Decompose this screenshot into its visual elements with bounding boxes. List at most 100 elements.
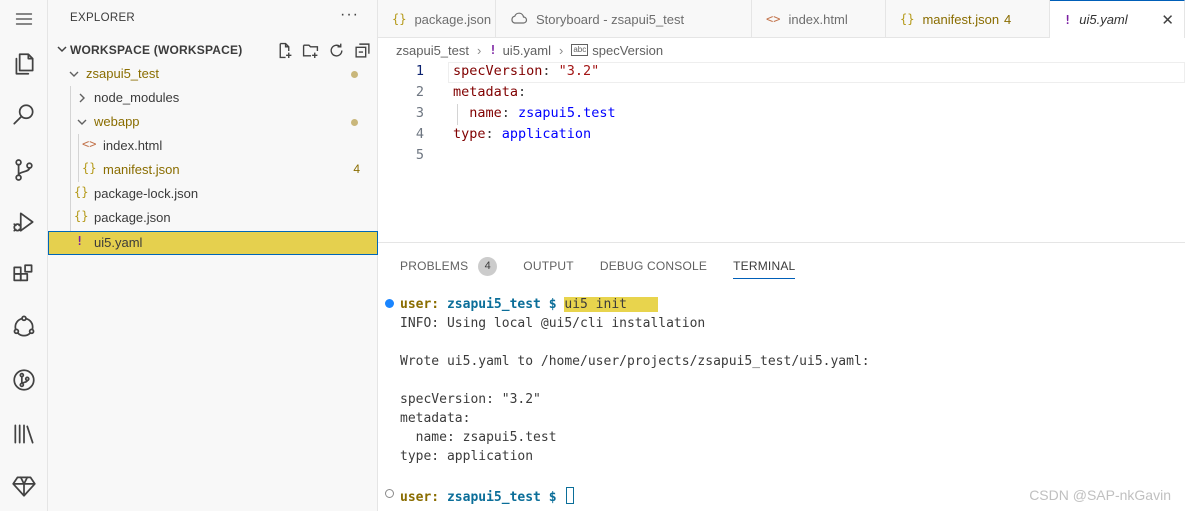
chevron-right-icon: › (559, 42, 564, 58)
close-icon[interactable]: ✕ (1161, 11, 1174, 29)
refresh-icon[interactable] (326, 40, 346, 60)
sidebar-title: EXPLORER (70, 12, 136, 24)
tree-item-label: manifest.json (103, 162, 180, 177)
string-symbol-icon: abc (571, 44, 589, 56)
explorer-icon[interactable] (0, 44, 48, 84)
terminal-output-line: metadata: (400, 411, 471, 426)
code-line: name: zsapui5.test (469, 105, 616, 121)
diamond-icon[interactable] (0, 466, 48, 506)
extensions-icon[interactable] (0, 255, 48, 295)
run-debug-icon[interactable] (0, 202, 48, 242)
tab-label: Storyboard - zsapui5_test (536, 11, 685, 27)
tree-item-label: zsapui5_test (86, 66, 159, 81)
tab-problems[interactable]: PROBLEMS 4 (400, 253, 498, 279)
tree-item-ui5-yaml[interactable]: ! ui5.yaml (48, 231, 378, 255)
tree-item-label: package-lock.json (94, 186, 199, 201)
tree-item-label: node_modules (94, 90, 180, 105)
tab-output[interactable]: OUTPUT (523, 253, 574, 279)
yaml-file-icon: ! (489, 43, 497, 57)
problem-count: 4 (353, 162, 360, 176)
tree-item-label: webapp (94, 114, 140, 129)
chevron-down-icon (68, 68, 80, 80)
tab-label: index.html (788, 11, 848, 27)
cloud-icon (510, 12, 528, 27)
command-pending-dot[interactable] (385, 489, 394, 498)
watermark: CSDN @SAP-nkGavin (1029, 487, 1171, 503)
remote-icon[interactable] (0, 307, 48, 347)
tree-item-package-lock-json[interactable]: {} package-lock.json (48, 182, 378, 206)
panel-tabs: PROBLEMS 4 OUTPUT DEBUG CONSOLE TERMINAL (400, 253, 796, 279)
tree-item-label: ui5.yaml (94, 235, 143, 250)
tab-debug-console[interactable]: DEBUG CONSOLE (600, 253, 707, 279)
chevron-down-icon (56, 43, 68, 55)
activity-bar (0, 0, 48, 511)
terminal-output-line: INFO: Using local @ui5/cli installation (400, 316, 706, 331)
modified-dot (351, 71, 358, 78)
editor-tabs: {} package.json Storyboard - zsapui5_tes… (378, 0, 1185, 38)
terminal-prompt-line: user: zsapui5_test $ (400, 487, 575, 505)
code-line: metadata: (453, 84, 527, 100)
tree-item-index-html[interactable]: <> index.html (48, 134, 378, 158)
html-file-icon: <> (82, 137, 97, 151)
new-folder-icon[interactable] (300, 40, 320, 60)
line-number: 5 (415, 147, 424, 163)
workspace-header[interactable]: WORKSPACE (WORKSPACE) (48, 38, 378, 62)
tree-item-node-modules[interactable]: node_modules (48, 86, 378, 110)
terminal-cursor (566, 487, 575, 504)
new-file-icon[interactable] (274, 40, 294, 60)
explorer-sidebar: EXPLORER ··· WORKSPACE (WORKSPACE) zsapu… (48, 0, 378, 511)
json-file-icon: {} (82, 161, 97, 175)
yaml-file-icon: ! (76, 234, 84, 248)
json-file-icon: {} (900, 12, 915, 26)
breadcrumb-symbol[interactable]: specVersion (592, 43, 663, 58)
tab-label: manifest.json (922, 11, 1000, 27)
source-control-icon[interactable] (0, 150, 48, 190)
breadcrumb-folder[interactable]: zsapui5_test (396, 43, 469, 58)
html-file-icon: <> (766, 12, 781, 26)
more-actions-icon[interactable]: ··· (340, 6, 359, 24)
json-file-icon: {} (74, 209, 89, 223)
breadcrumb-file[interactable]: ui5.yaml (503, 43, 551, 58)
menu-icon[interactable] (0, 0, 48, 38)
yaml-file-icon: ! (1064, 12, 1072, 27)
tree-item-webapp[interactable]: webapp (48, 110, 378, 134)
tab-ui5-yaml[interactable]: ! ui5.yaml ✕ (1050, 0, 1185, 38)
tab-manifest-json[interactable]: {} manifest.json 4 (886, 0, 1050, 38)
search-icon[interactable] (0, 95, 48, 135)
tab-label: ui5.yaml (1079, 12, 1128, 27)
breadcrumb: zsapui5_test › ! ui5.yaml › abc specVers… (378, 38, 1185, 62)
terminal-prompt-line: user: zsapui5_test $ ui5 init (400, 297, 659, 312)
tab-label: package.json (414, 11, 492, 27)
tab-index-html[interactable]: <> index.html (752, 0, 886, 38)
terminal-command: ui5 init (564, 297, 659, 312)
terminal-output-line: Wrote ui5.yaml to /home/user/projects/zs… (400, 354, 870, 369)
tab-storyboard[interactable]: Storyboard - zsapui5_test (496, 0, 752, 38)
line-number: 3 (415, 105, 424, 121)
library-icon[interactable] (0, 414, 48, 454)
chevron-right-icon: › (477, 42, 482, 58)
terminal-output-line: name: zsapui5.test (400, 430, 557, 445)
bottom-panel: PROBLEMS 4 OUTPUT DEBUG CONSOLE TERMINAL… (378, 242, 1185, 511)
tree-item-label: index.html (103, 138, 163, 153)
tree-item-package-json[interactable]: {} package.json (48, 206, 378, 230)
chevron-right-icon (76, 92, 88, 104)
tab-package-json[interactable]: {} package.json (378, 0, 496, 38)
chevron-down-icon (76, 116, 88, 128)
command-success-dot[interactable] (385, 299, 394, 308)
git-icon[interactable] (0, 360, 48, 400)
code-line: type: application (453, 126, 592, 142)
collapse-all-icon[interactable] (352, 40, 372, 60)
code-editor[interactable]: 1 2 3 4 5 specVersion: "3.2" metadata: n… (378, 62, 1185, 242)
tree-item-label: package.json (94, 210, 171, 225)
code-line: specVersion: "3.2" (453, 63, 600, 79)
problem-count: 4 (1004, 11, 1012, 27)
tab-terminal[interactable]: TERMINAL (733, 253, 796, 279)
line-number: 1 (415, 63, 424, 79)
tree-item-zsapui5-test[interactable]: zsapui5_test (48, 62, 378, 86)
workspace-label: WORKSPACE (WORKSPACE) (70, 43, 243, 57)
problems-badge: 4 (478, 256, 498, 276)
line-number: 2 (415, 84, 424, 100)
terminal-output-line: specVersion: "3.2" (400, 392, 541, 407)
modified-dot (351, 119, 358, 126)
tree-item-manifest-json[interactable]: {} manifest.json 4 (48, 158, 378, 182)
